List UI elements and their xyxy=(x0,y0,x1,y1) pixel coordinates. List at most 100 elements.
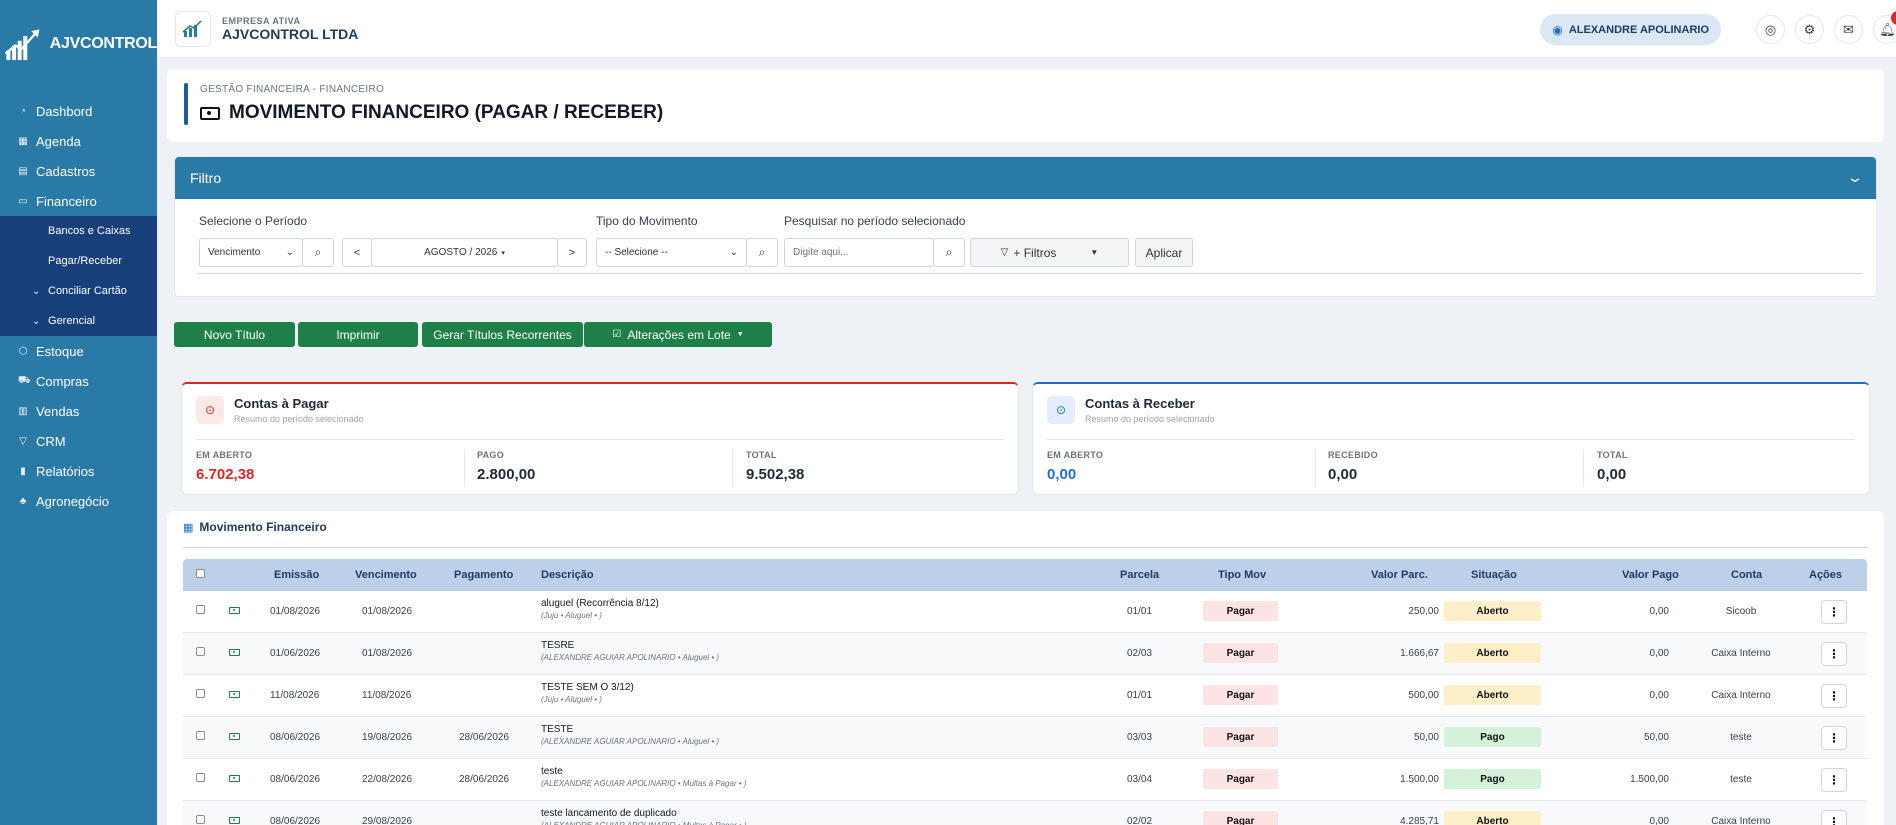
period-picker[interactable]: AGOSTO / 2026 ▾ xyxy=(371,238,558,267)
row-checkbox[interactable] xyxy=(196,647,205,656)
period-next-button[interactable]: > xyxy=(557,238,587,267)
sidebar-subitem-bancos-caixas[interactable]: Bancos e Caixas xyxy=(0,216,157,246)
search-button[interactable]: ⌕ xyxy=(933,238,965,267)
notifications-button[interactable]: 🔔︎ 0 xyxy=(1873,11,1896,44)
description-detail: (Juju • Aluguel • ) xyxy=(541,695,602,704)
sidebar-subitem-conciliar-cartao[interactable]: ⌄ Conciliar Cartão xyxy=(0,276,157,306)
financeiro-submenu: Bancos e Caixas Pagar/Receber ⌄ Conciliar… xyxy=(0,216,157,336)
print-button[interactable]: Imprimir xyxy=(298,322,418,347)
cell-emissao: 01/06/2026 xyxy=(270,648,321,659)
apply-label: Aplicar xyxy=(1145,245,1183,260)
select-all-checkbox[interactable] xyxy=(196,569,205,578)
row-actions-button[interactable]: ⋮ xyxy=(1821,684,1847,708)
kebab-icon: ⋮ xyxy=(1828,647,1840,661)
cell-descricao: TESRE (ALEXANDRE AGUIAR APOLINARIO • Alug… xyxy=(541,640,719,662)
sidebar-item-label: CRM xyxy=(36,433,66,449)
sidebar-item-relatorios[interactable]: ▮ Relatórios xyxy=(0,456,157,486)
filter-header[interactable]: Filtro ⌄ xyxy=(175,157,1876,199)
apply-filter-button[interactable]: Aplicar xyxy=(1135,238,1193,267)
table-icon: ▦ xyxy=(183,521,194,534)
cell-valor-pago: 1.500,00 xyxy=(1630,774,1669,785)
col-pagamento[interactable]: Pagamento xyxy=(454,569,513,581)
user-menu-button[interactable]: ◉ ALEXANDRE APOLINARIO xyxy=(1540,14,1721,45)
sidebar-item-cadastros[interactable]: ▤ Cadastros xyxy=(0,156,157,186)
money-icon xyxy=(229,817,240,824)
sidebar-item-compras[interactable]: ⛟ Compras xyxy=(0,366,157,396)
row-actions-button[interactable]: ⋮ xyxy=(1821,642,1847,666)
table-row[interactable]: 08/06/2026 29/08/2026 teste lancamento de … xyxy=(183,801,1867,825)
row-checkbox[interactable] xyxy=(196,605,205,614)
cash-icon xyxy=(200,106,220,120)
sidebar-subitem-pagar-receber[interactable]: Pagar/Receber xyxy=(0,246,157,276)
row-checkbox[interactable] xyxy=(196,773,205,782)
row-checkbox[interactable] xyxy=(196,731,205,740)
sidebar-item-label: Compras xyxy=(36,373,89,389)
sidebar-item-vendas[interactable]: ▥ Vendas xyxy=(0,396,157,426)
prev-label: < xyxy=(353,246,361,259)
row-actions-button[interactable]: ⋮ xyxy=(1821,810,1847,825)
sidebar-subitem-gerencial[interactable]: ⌄ Gerencial xyxy=(0,306,157,336)
profile-button[interactable]: ◎ xyxy=(1756,15,1785,44)
table-row[interactable]: 11/08/2026 11/08/2026 TESTE SEM O 3/12) (Ju… xyxy=(183,675,1867,717)
period-type-select[interactable]: Vencimento ⌄ xyxy=(199,238,303,267)
receipt-icon: ▥ xyxy=(18,405,28,417)
id-card-icon: ▤ xyxy=(18,165,28,177)
col-descricao[interactable]: Descrição xyxy=(541,569,594,581)
row-actions-button[interactable]: ⋮ xyxy=(1821,600,1847,624)
col-vencimento[interactable]: Vencimento xyxy=(355,569,417,581)
cell-descricao: teste lancamento de duplicado (ALEXANDRE … xyxy=(541,808,747,825)
col-situacao[interactable]: Situação xyxy=(1471,569,1517,581)
recurring-titles-button[interactable]: Gerar Títulos Recorrentes xyxy=(422,322,583,347)
col-conta[interactable]: Conta xyxy=(1731,569,1762,581)
col-emissao[interactable]: Emissão xyxy=(274,569,319,581)
cell-parcela: 01/01 xyxy=(1127,690,1153,701)
sidebar-item-estoque[interactable]: ⬡ Estoque xyxy=(0,336,157,366)
user-name: ALEXANDRE APOLINARIO xyxy=(1568,23,1709,36)
col-valor-parc[interactable]: Valor Parc. xyxy=(1371,569,1428,581)
table-row[interactable]: 08/06/2026 22/08/2026 28/06/2026 teste (ALEX… xyxy=(183,759,1867,801)
col-tipo-mov[interactable]: Tipo Mov xyxy=(1218,569,1266,581)
sidebar-item-dashboard[interactable]: ◔ Dashbord xyxy=(0,96,157,126)
payables-open: EM ABERTO 6.702,38 xyxy=(196,450,254,483)
sidebar-item-agronegocio[interactable]: ♣ Agronegócio xyxy=(0,486,157,516)
brand-logo[interactable]: AJVCONTROL xyxy=(0,0,157,88)
settings-button[interactable]: ⚙ xyxy=(1795,15,1824,44)
chevron-down-icon[interactable]: ⌄ xyxy=(1846,169,1864,186)
filter-title: Filtro xyxy=(190,170,222,186)
movement-type-select[interactable]: -- Selecione -- ⌄ xyxy=(596,238,747,267)
batch-changes-button[interactable]: ☑ Alterações em Lote ▼ xyxy=(584,322,772,347)
type-badge: Pagar xyxy=(1203,601,1278,621)
period-prev-button[interactable]: < xyxy=(342,238,372,267)
bar-chart-icon: ▮ xyxy=(20,465,26,477)
movement-search-button[interactable]: ⌕ xyxy=(746,238,778,267)
col-parcela[interactable]: Parcela xyxy=(1120,569,1159,581)
description-text: TESRE xyxy=(541,640,575,651)
table-row[interactable]: 01/08/2026 01/08/2026 aluguel (Recorrência… xyxy=(183,591,1867,633)
sidebar-item-crm[interactable]: ▽ CRM xyxy=(0,426,157,456)
receivables-received-label: RECEBIDO xyxy=(1328,450,1378,460)
period-search-button[interactable]: ⌕ xyxy=(302,238,334,267)
sidebar-item-label: Gerencial xyxy=(48,315,96,327)
page-header: GESTÃO FINANCEIRA - FINANCEIRO MOVIMENTO… xyxy=(167,69,1884,142)
sidebar-item-financeiro[interactable]: ▭ Financeiro xyxy=(0,186,157,216)
search-input[interactable]: Digite aqui... xyxy=(784,238,934,267)
brand-chart-icon xyxy=(4,29,40,61)
table-row[interactable]: 08/06/2026 19/08/2026 28/06/2026 TESTE (ALEX… xyxy=(183,717,1867,759)
table-row[interactable]: 01/06/2026 01/08/2026 TESRE (ALEXANDRE AGUI… xyxy=(183,633,1867,675)
messages-button[interactable]: ✉ xyxy=(1834,15,1863,44)
payables-title: Contas à Pagar xyxy=(234,396,329,411)
sidebar-item-agenda[interactable]: ▦ Agenda xyxy=(0,126,157,156)
row-actions-button[interactable]: ⋮ xyxy=(1821,726,1847,750)
row-checkbox[interactable] xyxy=(196,815,205,824)
type-badge: Pagar xyxy=(1203,685,1278,705)
cell-conta: Caixa Interno xyxy=(1711,690,1771,701)
row-actions-button[interactable]: ⋮ xyxy=(1821,768,1847,792)
more-filters-button[interactable]: ▽ + Filtros ▼ xyxy=(970,238,1129,267)
divider xyxy=(1315,449,1316,487)
col-valor-pago[interactable]: Valor Pago xyxy=(1622,569,1679,581)
new-title-label: Novo Título xyxy=(203,327,266,342)
new-title-button[interactable]: Novo Título xyxy=(174,322,295,347)
company-logo xyxy=(175,10,211,47)
row-checkbox[interactable] xyxy=(196,689,205,698)
payables-total-value: 9.502,38 xyxy=(746,466,805,483)
